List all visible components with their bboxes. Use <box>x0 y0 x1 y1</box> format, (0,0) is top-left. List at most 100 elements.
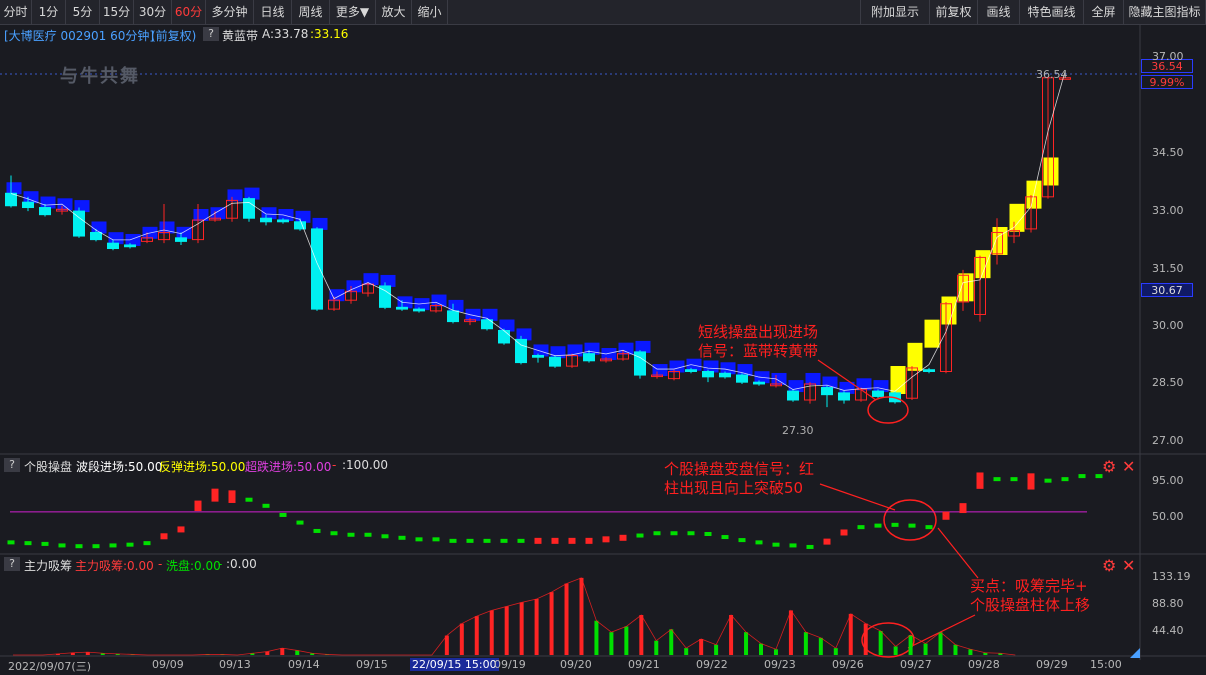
ind1-bar <box>347 532 355 537</box>
y-tick-main: 30.00 <box>1152 319 1184 332</box>
ind1-bar <box>687 531 695 536</box>
y-tick-main: 31.50 <box>1152 262 1184 275</box>
y-tick-ind2: 133.19 <box>1152 570 1191 583</box>
yellow-band-block <box>1043 157 1059 186</box>
blue-band-block <box>635 340 651 353</box>
y-tick-ind1: 50.00 <box>1152 510 1184 523</box>
ind1-bar <box>1044 478 1052 483</box>
blue-band-block <box>482 308 498 321</box>
candle-down <box>175 237 187 242</box>
ind2-bar <box>684 648 689 655</box>
help-button-main[interactable]: ? <box>203 27 219 41</box>
ind2-bar <box>759 643 763 655</box>
candle-down <box>243 198 255 219</box>
y-tick-main: 37.00 <box>1152 50 1184 63</box>
blue-band-block <box>550 346 566 359</box>
ind1-bar <box>755 540 763 545</box>
candle-down <box>634 351 646 376</box>
ind1-bar <box>432 537 440 542</box>
ind2-bar <box>669 629 674 655</box>
ind2-bar <box>519 602 524 655</box>
ind1-bar <box>1078 474 1086 479</box>
x-tick: 09/20 <box>560 658 592 671</box>
ind1-bar <box>1027 473 1035 490</box>
blue-band-block <box>873 380 889 393</box>
blue-band-block <box>244 187 260 200</box>
candle-down <box>753 381 765 385</box>
ind2-name: 主力吸筹 <box>24 559 73 573</box>
candle-down <box>532 354 544 358</box>
ind1-bar <box>551 537 559 544</box>
ind1-top: :100.00 <box>342 458 389 472</box>
ind1-bar <box>500 538 508 543</box>
ind1-bar <box>653 531 661 536</box>
candle-down <box>736 374 748 383</box>
x-tick: 09/13 <box>219 658 251 671</box>
ind2-close-icon[interactable]: ✕ <box>1122 558 1135 574</box>
ind2-bar <box>609 632 614 655</box>
help-button-ind1[interactable]: ? <box>4 458 20 472</box>
ind1-bar <box>670 531 678 536</box>
candle-down <box>277 219 289 223</box>
ind2-bar <box>744 632 749 655</box>
x-tick: 09/26 <box>832 658 864 671</box>
blue-band-block <box>516 328 532 341</box>
ind2-bar <box>908 635 913 655</box>
watermark-text: 与牛共舞 <box>60 66 140 87</box>
x-tick: 09/14 <box>288 658 320 671</box>
y-tick-ind2: 44.40 <box>1152 624 1184 637</box>
ind1-name: 个股操盘 <box>24 460 73 474</box>
ind1-bar <box>228 490 236 503</box>
candle-down <box>549 356 561 367</box>
annotation-band-line2: 信号：蓝带转黄带 <box>698 342 819 360</box>
ind1-bar <box>908 523 916 528</box>
ind2-bar <box>893 646 898 655</box>
annotation-turn-signal: 个股操盘变盘信号：红 柱出现且向上突破50 <box>664 460 814 498</box>
ind1-bar <box>415 537 423 542</box>
ind2-dash: - <box>158 557 163 571</box>
ind1-bar <box>398 535 406 540</box>
ind1-bar <box>364 532 372 537</box>
ind2-bar <box>549 592 554 655</box>
blue-band-block <box>431 294 447 307</box>
peak-price-label: 36.54 <box>1036 68 1068 81</box>
ind1-settings-icon[interactable]: ⚙ <box>1102 459 1116 475</box>
ind2-absorb: 主力吸筹:0.00 <box>75 559 154 573</box>
ind1-oversold: 超跌进场:50.00 <box>245 460 332 474</box>
yellow-band-block <box>958 273 974 302</box>
stock-title: [大博医疗 002901 60分钟] <box>4 29 155 43</box>
low-price-label: 27.30 <box>782 424 814 437</box>
ind2-bar <box>594 620 599 655</box>
ind1-bar <box>1010 477 1018 482</box>
yellow-band-block <box>992 226 1008 255</box>
ind1-bar <box>789 543 797 548</box>
ind2-bar <box>699 639 704 655</box>
ind1-close-icon[interactable]: ✕ <box>1122 459 1135 475</box>
blue-band-block <box>193 209 209 222</box>
x-tick: 09/22 <box>696 658 728 671</box>
blue-band-block <box>295 210 311 223</box>
blue-band-block <box>737 364 753 377</box>
x-tick: 15:00 <box>1090 658 1122 671</box>
candle-down <box>838 392 850 401</box>
ind1-wave: 波段进场:50.00 <box>76 460 163 474</box>
ind1-bar <box>7 540 15 545</box>
ind2-bar <box>624 626 629 655</box>
ind2-bar <box>489 610 494 655</box>
ind1-bar <box>330 531 338 536</box>
ind2-settings-icon[interactable]: ⚙ <box>1102 558 1116 574</box>
y-tick-ind2: 88.80 <box>1152 597 1184 610</box>
x-tick: 09/15 <box>356 658 388 671</box>
ind2-bar <box>803 632 808 655</box>
blue-band-block <box>703 360 719 373</box>
ind1-bar <box>92 544 100 549</box>
candle-down <box>90 231 102 241</box>
annotation-arrow <box>819 483 896 511</box>
candle-down <box>498 329 510 344</box>
help-button-ind2[interactable]: ? <box>4 557 20 571</box>
blue-band-block <box>822 376 838 389</box>
blue-band-block <box>210 207 226 220</box>
ind2-dash2: - <box>218 557 223 571</box>
ind2-wash: 洗盘:0.00 <box>166 559 221 573</box>
blue-band-block <box>448 299 464 312</box>
